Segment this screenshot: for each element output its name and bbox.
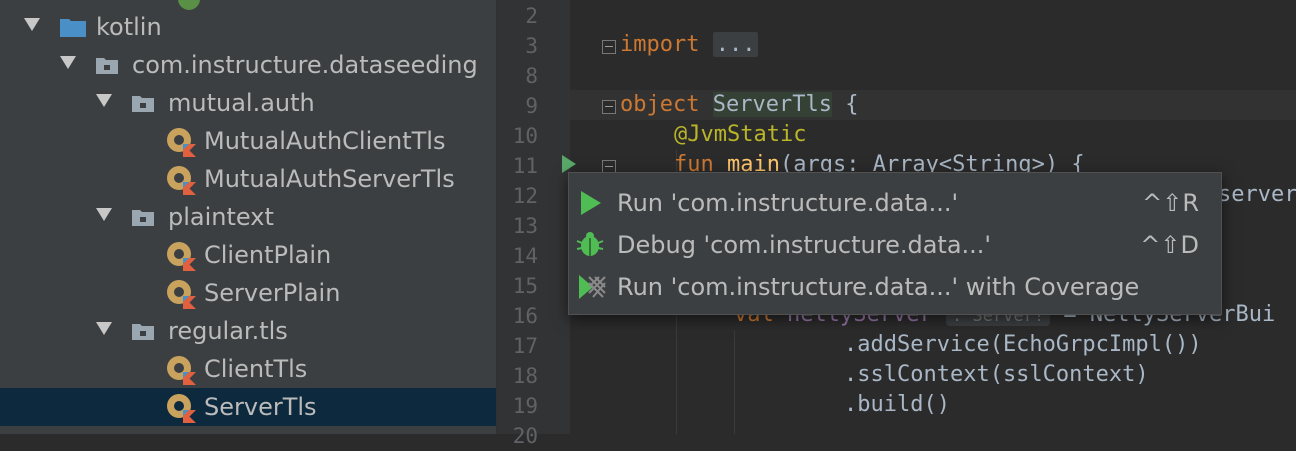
menu-item-label: Debug 'com.instructure.data...' bbox=[617, 231, 992, 259]
line-number: 16 bbox=[512, 304, 538, 328]
kotlin-file-icon bbox=[167, 280, 196, 309]
tree-item-package[interactable]: regular.tls bbox=[0, 312, 496, 350]
code-line-17[interactable]: .addService(EchoGrpcImpl()) bbox=[844, 330, 1202, 360]
tree-item-label: plaintext bbox=[168, 203, 274, 231]
run-icon bbox=[581, 191, 601, 215]
tree-item-file[interactable]: ServerPlain bbox=[0, 274, 496, 312]
code-line-10[interactable]: @JvmStatic bbox=[674, 120, 806, 150]
object-name: ServerTls bbox=[712, 92, 832, 117]
code-text: .build() bbox=[844, 392, 950, 417]
line-number: 9 bbox=[525, 94, 538, 118]
tree-item-package[interactable]: com.instructure.dataseeding bbox=[0, 46, 496, 84]
code-line-18[interactable]: .sslContext(sslContext) bbox=[844, 360, 1149, 390]
tree-item-label: com.instructure.dataseeding bbox=[132, 51, 478, 79]
line-number: 3 bbox=[525, 34, 538, 58]
run-gutter-icon[interactable] bbox=[562, 155, 576, 173]
expand-arrow-icon[interactable] bbox=[96, 208, 112, 221]
tree-item-package[interactable]: plaintext bbox=[0, 198, 496, 236]
menu-item-label: Run 'com.instructure.data...' with Cover… bbox=[617, 273, 1140, 301]
expand-arrow-icon[interactable] bbox=[96, 94, 112, 107]
package-folder-icon bbox=[96, 58, 118, 74]
code-text: { bbox=[831, 92, 859, 117]
keyword: object bbox=[620, 92, 700, 117]
code-text: .sslContext(sslContext) bbox=[844, 362, 1149, 387]
code-line-12-tail[interactable]: server bbox=[1218, 180, 1296, 210]
tree-item-label: MutualAuthServerTls bbox=[204, 165, 455, 193]
kotlin-file-icon bbox=[167, 242, 196, 271]
line-number: 19 bbox=[512, 394, 538, 418]
package-folder-icon bbox=[132, 324, 154, 340]
expand-arrow-icon[interactable] bbox=[24, 18, 40, 31]
expand-arrow-icon[interactable] bbox=[96, 322, 112, 335]
tree-item-label: mutual.auth bbox=[168, 89, 315, 117]
kotlin-file-icon bbox=[167, 394, 196, 423]
annotation: @JvmStatic bbox=[674, 122, 807, 147]
expand-arrow-icon[interactable] bbox=[60, 56, 76, 69]
line-number: 20 bbox=[512, 424, 538, 448]
tree-item-label: regular.tls bbox=[168, 317, 288, 345]
folder-icon bbox=[60, 19, 86, 37]
tree-item-file[interactable]: ClientPlain bbox=[0, 236, 496, 274]
tree-item-label: ServerPlain bbox=[204, 279, 341, 307]
line-number: 17 bbox=[512, 334, 538, 358]
tree-item-label: kotlin bbox=[96, 13, 162, 41]
run-menu-item[interactable]: Run 'com.instructure.data...' ^⇧R bbox=[569, 183, 1221, 223]
code-line-9[interactable]: object ServerTls { bbox=[620, 90, 858, 120]
line-number: 10 bbox=[512, 124, 538, 148]
run-with-coverage-menu-item[interactable]: Run 'com.instructure.data...' with Cover… bbox=[569, 267, 1221, 307]
folded-imports[interactable]: ... bbox=[712, 32, 759, 57]
line-number: 14 bbox=[512, 244, 538, 268]
kotlin-file-icon bbox=[167, 356, 196, 385]
fold-collapse-icon[interactable] bbox=[602, 100, 616, 114]
menu-item-shortcut: ^⇧R bbox=[1142, 189, 1199, 217]
code-line-3[interactable]: import ... bbox=[620, 30, 759, 60]
code-text: .addService(EchoGrpcImpl()) bbox=[844, 332, 1202, 357]
project-tree-panel: kotlin com.instructure.dataseeding mutua… bbox=[0, 0, 496, 434]
run-context-popup: Run 'com.instructure.data...' ^⇧R Debug … bbox=[568, 172, 1222, 315]
indent-guide bbox=[734, 330, 735, 434]
tree-item-file[interactable]: ClientTls bbox=[0, 350, 496, 388]
code-text: server bbox=[1218, 182, 1296, 207]
tree-item-label: ServerTls bbox=[204, 393, 317, 421]
tree-item-label: MutualAuthClientTls bbox=[204, 127, 446, 155]
tree-item-package[interactable]: mutual.auth bbox=[0, 84, 496, 122]
tree-item-file[interactable]: MutualAuthClientTls bbox=[0, 122, 496, 160]
tree-item-kotlin[interactable]: kotlin bbox=[0, 8, 496, 46]
line-number: 13 bbox=[512, 214, 538, 238]
kotlin-file-icon bbox=[167, 128, 196, 157]
menu-item-shortcut: ^⇧D bbox=[1140, 231, 1199, 259]
package-folder-icon bbox=[132, 96, 154, 112]
tree-item-file-selected[interactable]: ServerTls bbox=[0, 388, 496, 426]
tree-item-label: ClientPlain bbox=[204, 241, 332, 269]
tree-item-label: ClientTls bbox=[204, 355, 308, 383]
line-number: 8 bbox=[525, 64, 538, 88]
coverage-icon bbox=[579, 275, 606, 299]
line-number: 18 bbox=[512, 364, 538, 388]
line-number: 11 bbox=[512, 154, 538, 178]
debug-menu-item[interactable]: Debug 'com.instructure.data...' ^⇧D bbox=[569, 225, 1221, 265]
package-folder-icon bbox=[132, 210, 154, 226]
tree-item-file[interactable]: MutualAuthServerTls bbox=[0, 160, 496, 198]
kotlin-file-icon bbox=[167, 166, 196, 195]
fold-expand-icon[interactable] bbox=[602, 40, 616, 54]
line-number: 12 bbox=[512, 184, 538, 208]
line-number: 15 bbox=[512, 274, 538, 298]
line-number: 2 bbox=[525, 4, 538, 28]
debug-icon bbox=[576, 232, 604, 256]
code-line-19[interactable]: .build() bbox=[844, 390, 950, 420]
menu-item-label: Run 'com.instructure.data...' bbox=[617, 189, 959, 217]
keyword: import bbox=[620, 32, 700, 57]
